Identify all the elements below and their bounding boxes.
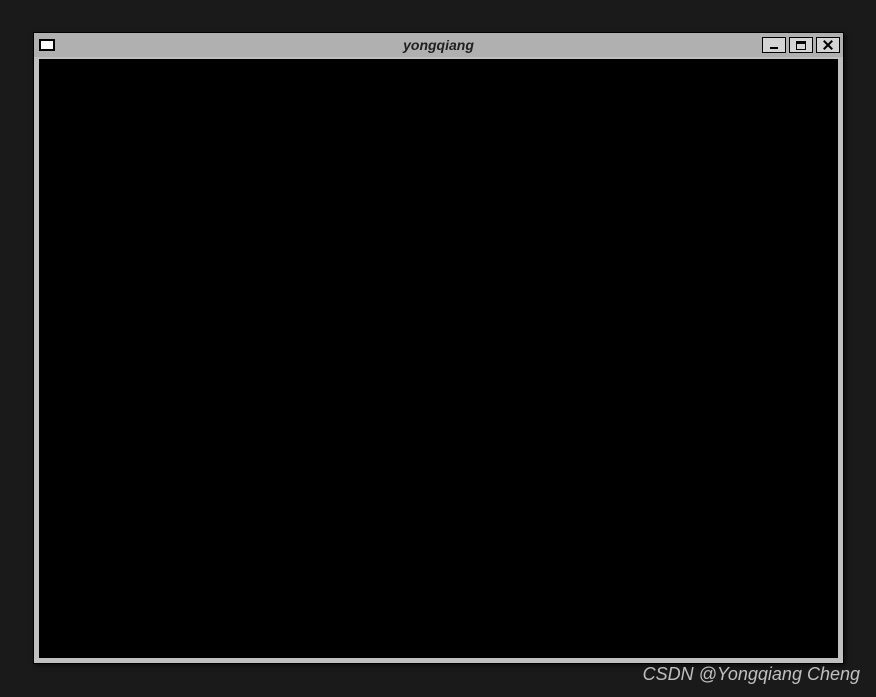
minimize-button[interactable]: [762, 37, 786, 53]
watermark-text: CSDN @Yongqiang Cheng: [643, 664, 860, 685]
maximize-button[interactable]: [789, 37, 813, 53]
close-button[interactable]: [816, 37, 840, 53]
window-icon: [39, 39, 55, 51]
window-title: yongqiang: [403, 37, 474, 53]
window-titlebar[interactable]: yongqiang: [34, 33, 843, 57]
window-content-area: [39, 59, 838, 658]
minimize-icon: [770, 47, 778, 49]
titlebar-buttons: [762, 37, 840, 53]
application-window: yongqiang: [33, 32, 844, 664]
close-icon: [823, 40, 833, 50]
titlebar-left: [37, 39, 55, 51]
maximize-icon: [796, 41, 806, 50]
